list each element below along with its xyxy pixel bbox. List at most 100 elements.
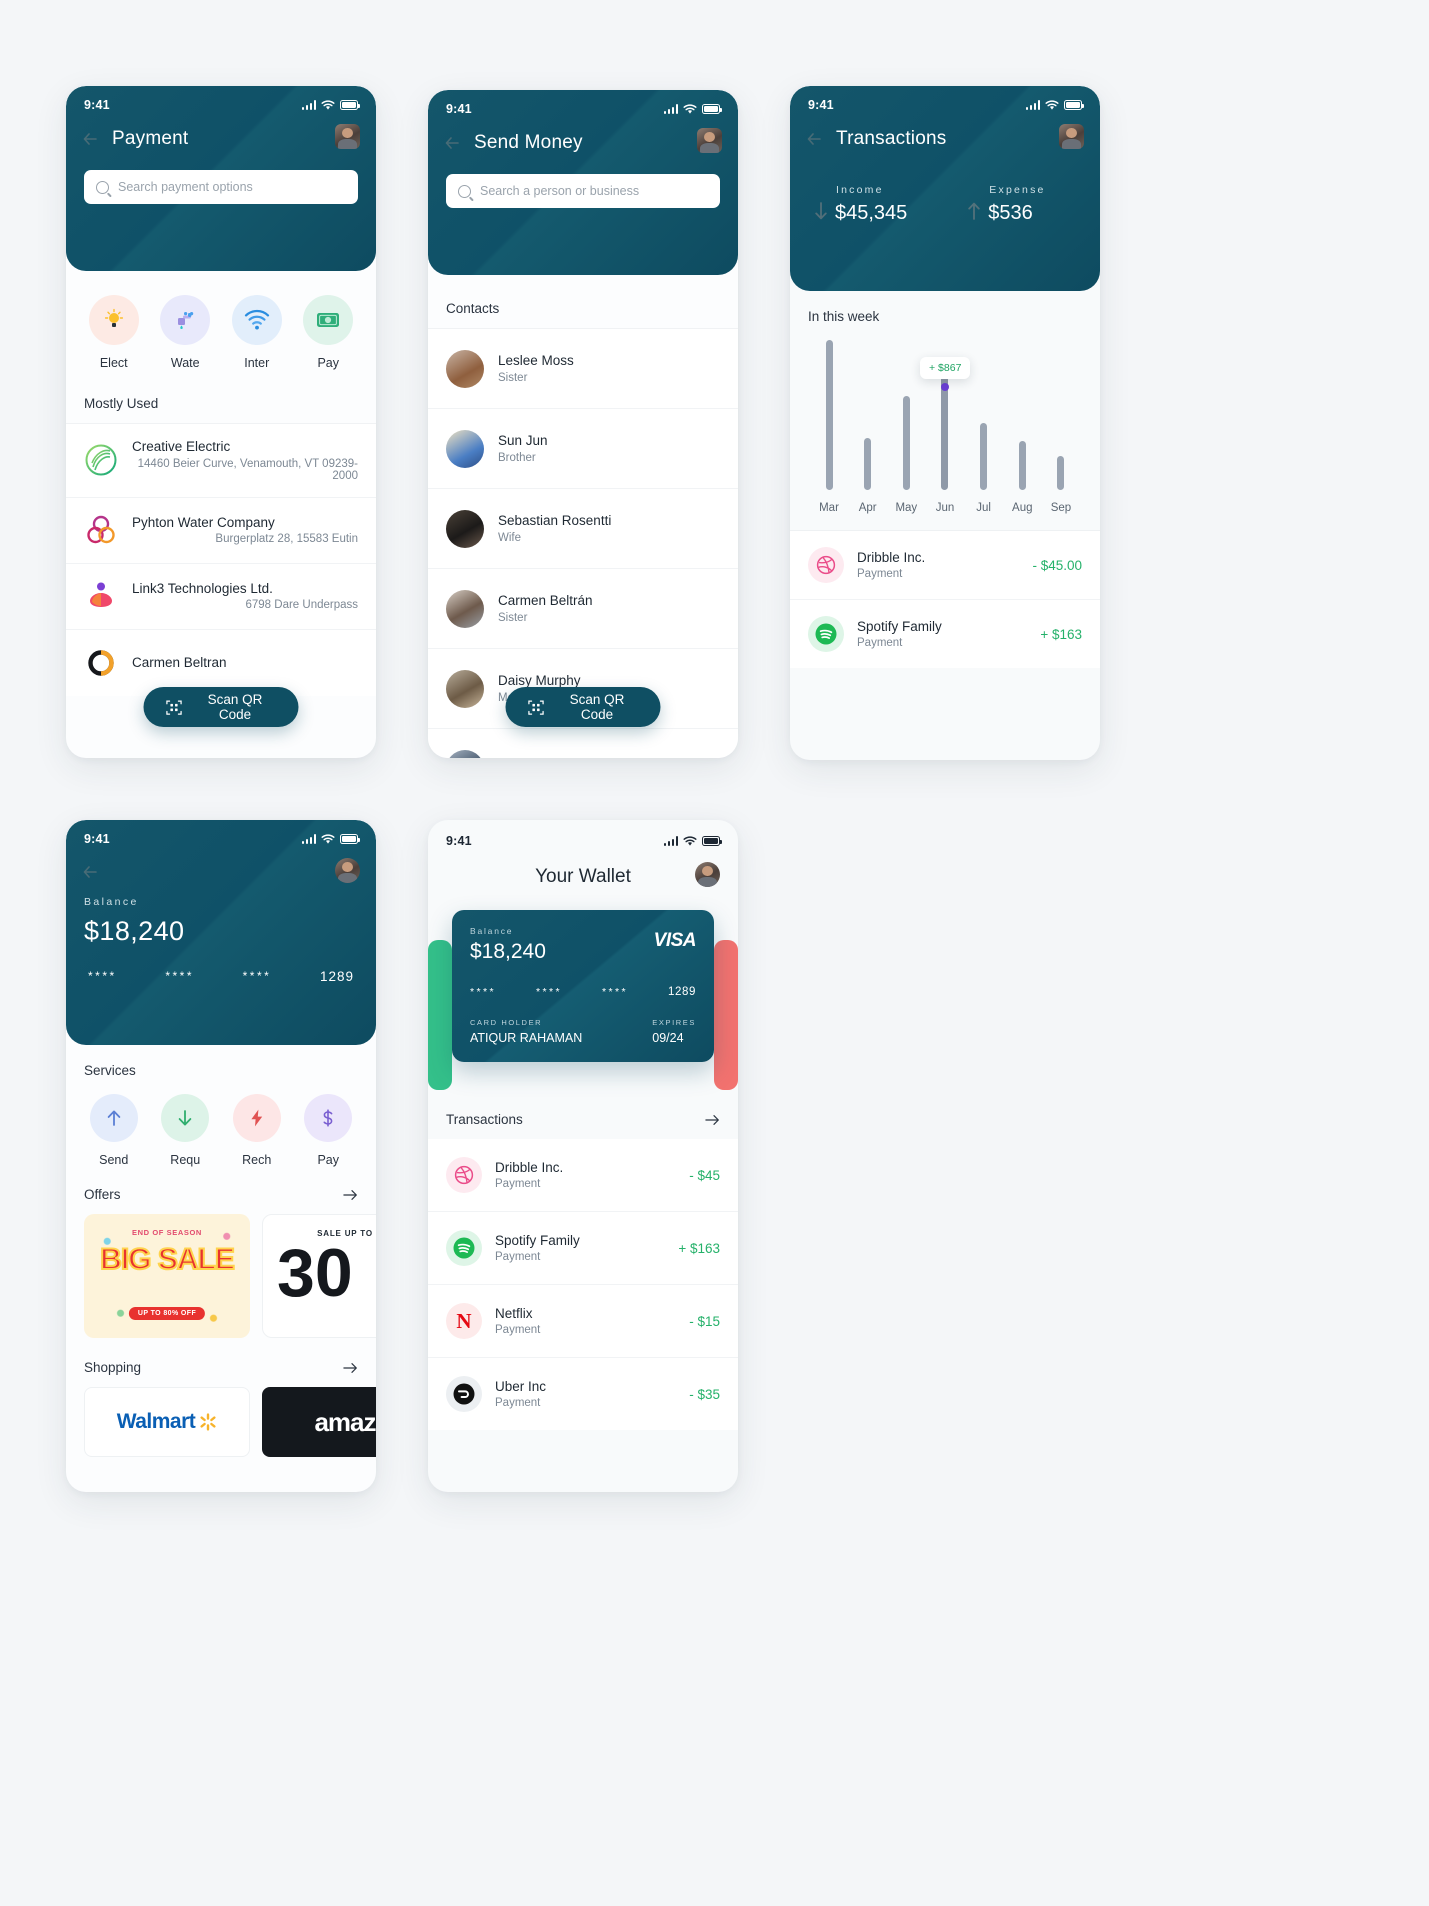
table-row[interactable]: Spotify Family Payment + $163 (428, 1212, 738, 1285)
status-icons (1025, 99, 1085, 111)
offer-card[interactable]: END OF SEASON BIG SALE UP TO 80% OFF (84, 1214, 250, 1338)
carmen-logo (88, 649, 114, 676)
card-footer: CARD HOLDER ATIQUR RAHAMAN EXPIRES 09/24 (470, 1018, 696, 1045)
offer-card[interactable]: SALE UP TO 30 OFF (262, 1214, 376, 1338)
list-item[interactable]: Diego Morata (428, 729, 738, 758)
creative-electric-logo (85, 444, 117, 476)
search-input[interactable]: Search payment options (84, 170, 358, 204)
table-row[interactable]: Dribble Inc. Payment - $45.00 (790, 531, 1100, 600)
search-input[interactable]: Search a person or business (446, 174, 720, 208)
list-item[interactable]: Sebastian Rosentti Wife (428, 489, 738, 569)
avatar (446, 669, 484, 708)
page-title: Transactions (836, 128, 947, 149)
list-item[interactable]: Carmen Beltran (66, 630, 376, 696)
scan-qr-code-button[interactable]: Scan QR Code (505, 687, 661, 727)
shop-card[interactable]: amaz (262, 1387, 376, 1457)
screens-canvas: 9:41 Payment Search payment options Elec… (0, 0, 1429, 1906)
scan-qr-code-button[interactable]: Scan QR Code (143, 687, 299, 727)
avatar (446, 429, 484, 468)
card-peek-left[interactable] (428, 940, 452, 1090)
chart-x-label: Mar (819, 502, 839, 514)
list-item[interactable]: Link3 Technologies Ltd. 6798 Dare Underp… (66, 564, 376, 630)
credit-card[interactable]: Balance $18,240 VISA **** **** **** 1289… (452, 910, 714, 1062)
chart-bar-column[interactable]: Apr (853, 438, 883, 514)
card-last4: 1289 (668, 986, 696, 998)
quick-action-label: Inter (244, 356, 270, 370)
search-placeholder: Search a person or business (480, 184, 640, 198)
quick-action-internet[interactable]: Inter (226, 295, 288, 370)
card-holder-label: CARD HOLDER (470, 1018, 543, 1027)
item-text: Pyhton Water Company Burgerplatz 28, 155… (132, 515, 358, 545)
arrow-right-icon[interactable] (705, 1114, 720, 1126)
quick-action-pay[interactable]: Pay (297, 295, 359, 370)
service-send[interactable]: Send (83, 1094, 145, 1167)
card-peek-right[interactable] (714, 940, 738, 1090)
back-arrow-icon[interactable] (806, 131, 822, 147)
table-row[interactable]: Spotify Family Payment + $163 (790, 600, 1100, 668)
arrow-up-icon (89, 1094, 138, 1142)
quick-action-elect[interactable]: Elect (83, 295, 145, 370)
list-item[interactable]: Sun Jun Brother (428, 409, 738, 489)
signal-icon (663, 836, 678, 846)
search-placeholder: Search payment options (118, 180, 253, 194)
contact-relation: Sister (498, 612, 528, 625)
transaction-text: Spotify Family Payment (495, 1233, 665, 1263)
chart-bar-column[interactable]: Aug (1007, 441, 1037, 514)
item-address: 6798 Dare Underpass (245, 599, 358, 612)
chart-x-label: Aug (1012, 502, 1033, 514)
service-recharge[interactable]: Rech (226, 1094, 288, 1167)
visa-logo: VISA (653, 930, 697, 951)
arrow-right-icon[interactable] (343, 1189, 358, 1201)
chart-bar (980, 423, 988, 490)
chart-bar-column[interactable]: Jul (969, 423, 999, 514)
list-item[interactable]: Creative Electric 14460 Beier Curve, Ven… (66, 424, 376, 498)
list-item[interactable]: Leslee Moss Sister (428, 329, 738, 409)
avatar[interactable] (697, 128, 722, 153)
offers-carousel[interactable]: END OF SEASON BIG SALE UP TO 80% OFF SAL… (66, 1214, 376, 1338)
shop-card[interactable]: Walmart (84, 1387, 250, 1457)
income-expense-summary: Income $45,345 Expense $536 (790, 150, 1100, 251)
arrow-right-icon[interactable] (343, 1362, 358, 1374)
wifi-icon (321, 99, 335, 110)
transaction-text: Dribble Inc. Payment (495, 1160, 676, 1190)
card-mask-3: **** (242, 969, 272, 983)
table-row[interactable]: N Netflix Payment - $15 (428, 1285, 738, 1358)
list-item[interactable]: Carmen Beltrán Sister (428, 569, 738, 649)
avatar[interactable] (695, 862, 720, 887)
contact-name: Carmen Beltrán (498, 592, 593, 608)
item-name: Link3 Technologies Ltd. (132, 581, 273, 597)
quick-action-label: Elect (99, 356, 128, 370)
avatar[interactable] (335, 124, 360, 149)
battery-icon (1064, 100, 1085, 110)
wallet-navbar: Your Wallet (428, 850, 738, 888)
scan-qr-label: Scan QR Code (207, 692, 263, 722)
item-name: Carmen Beltran (132, 655, 227, 671)
status-icons (663, 835, 723, 847)
chart-bar-column[interactable]: May (891, 396, 921, 514)
table-row[interactable]: Dribble Inc. Payment - $45 (428, 1139, 738, 1212)
signal-icon (301, 100, 316, 110)
back-arrow-icon[interactable] (82, 864, 98, 880)
quick-action-water[interactable]: Wate (154, 295, 216, 370)
table-row[interactable]: Uber Inc Payment - $35 (428, 1358, 738, 1430)
money-icon (303, 295, 354, 345)
card-holder-block: CARD HOLDER ATIQUR RAHAMAN (470, 1018, 582, 1045)
item-name: Pyhton Water Company (132, 515, 275, 531)
avatar (446, 589, 484, 628)
service-pay[interactable]: Pay (297, 1094, 359, 1167)
back-arrow-icon[interactable] (82, 131, 98, 147)
chart-bar-column[interactable]: Sep (1046, 456, 1076, 514)
search-icon (96, 180, 109, 194)
shop-name: Walmart (116, 1410, 196, 1433)
transaction-type: Payment (495, 1324, 541, 1336)
back-arrow-icon[interactable] (444, 135, 460, 151)
chart-bar-column[interactable]: Mar (814, 340, 844, 514)
avatar[interactable] (1059, 124, 1084, 149)
avatar[interactable] (335, 858, 360, 883)
transaction-amount: - $45.00 (1032, 557, 1082, 573)
service-request[interactable]: Requ (154, 1094, 216, 1167)
shopping-carousel[interactable]: Walmart amaz (66, 1387, 376, 1457)
list-item[interactable]: Pyhton Water Company Burgerplatz 28, 155… (66, 498, 376, 564)
transaction-type: Payment (495, 1251, 541, 1263)
wifi-icon (231, 295, 282, 345)
